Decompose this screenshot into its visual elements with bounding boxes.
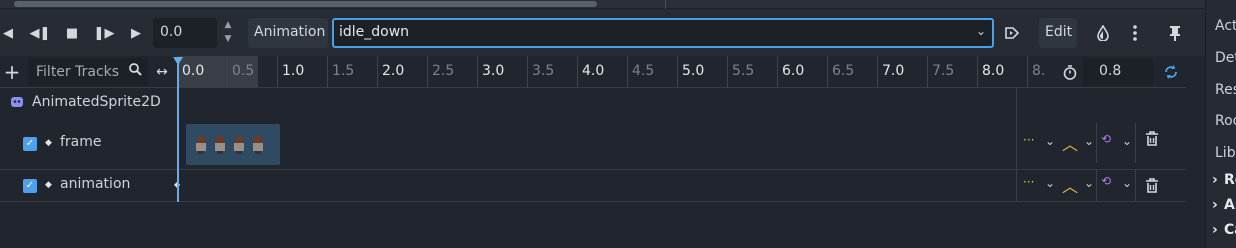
chevron-down-icon[interactable]: ⌄	[1045, 134, 1055, 148]
ruler-tick: 4.5	[627, 56, 654, 88]
ruler-tick: 1.5	[327, 56, 354, 88]
animation-label: Animation	[248, 18, 328, 48]
ruler-tick: 5.5	[727, 56, 754, 88]
ruler-tick: 7.5	[927, 56, 954, 88]
interpolation-icon[interactable]: ︿	[1062, 173, 1078, 197]
track-enabled-checkbox[interactable]: ✓	[23, 179, 37, 193]
chevron-down-icon: ⌄	[975, 24, 986, 38]
stop-icon[interactable]: ■	[60, 21, 84, 45]
ruler-tick: 4.0	[577, 56, 604, 88]
keyframe-block[interactable]	[186, 124, 280, 165]
divider	[1135, 170, 1136, 201]
fit-width-icon[interactable]: ↔	[150, 60, 174, 84]
ruler-tick: 1.0	[277, 56, 304, 88]
add-track-icon[interactable]: +	[0, 60, 24, 84]
animated-sprite-icon	[10, 95, 24, 113]
inspector-dock: Act Det Res Roo Libr ›Ro ›Au ›Ca	[1205, 0, 1236, 248]
step-back-icon[interactable]: ◀❚	[28, 21, 52, 45]
track-name: frame	[60, 134, 102, 150]
ruler-tick: 8.	[1027, 56, 1053, 88]
keyframe-thumbnail[interactable]	[251, 135, 265, 154]
playhead[interactable]	[177, 57, 179, 202]
divider	[1135, 123, 1136, 163]
chevron-down-icon[interactable]: ⌄	[1084, 134, 1094, 148]
trash-icon[interactable]	[1145, 131, 1159, 149]
update-mode-icon[interactable]: ···	[1023, 175, 1034, 189]
ruler-tick: 5.0	[677, 56, 704, 88]
track-name: animation	[60, 176, 131, 192]
pin-icon[interactable]	[1163, 21, 1187, 45]
keyframe-thumbnail[interactable]	[194, 135, 208, 154]
track-enabled-checkbox[interactable]: ✓	[23, 137, 37, 151]
time-spinner-icon[interactable]: ▲ ▼	[218, 18, 238, 48]
chevron-down-icon[interactable]: ⌄	[1084, 176, 1094, 190]
divider	[1096, 123, 1097, 163]
animation-select-value: idle_down	[339, 24, 410, 40]
ruler-tick: 7.0	[877, 56, 904, 88]
chevron-down-icon[interactable]: ⌄	[1122, 134, 1132, 148]
more-options-icon[interactable]	[1123, 21, 1147, 45]
loop-wrap-icon[interactable]: ⟲	[1101, 174, 1111, 188]
ruler-tick: 6.0	[777, 56, 804, 88]
filter-placeholder: Filter Tracks	[36, 64, 120, 80]
keyframe-thumbnail[interactable]	[213, 135, 227, 154]
trash-icon[interactable]	[1145, 178, 1159, 196]
animation-toolbar: ◀ ◀❚ ■ ❚▶ ▶ 0.0 ▲ ▼ Animation idle_down ⌄…	[0, 9, 1205, 56]
node-name: AnimatedSprite2D	[32, 94, 161, 110]
ruler-tick: 0.5	[227, 56, 254, 88]
ruler-tick: 3.0	[477, 56, 504, 88]
divider	[1096, 170, 1097, 201]
time-input[interactable]: 0.0	[153, 18, 217, 48]
top-scrollbar[interactable]	[0, 0, 1205, 9]
keyframe-thumbnail[interactable]	[232, 135, 246, 154]
interpolation-icon[interactable]: ︿	[1062, 131, 1078, 155]
onion-skin-icon[interactable]	[1091, 21, 1115, 45]
scrollbar-thumb[interactable]	[14, 1, 597, 7]
ruler-tick: 3.5	[527, 56, 554, 88]
playhead-handle[interactable]	[173, 57, 183, 65]
step-forward-icon[interactable]: ❚▶	[92, 21, 116, 45]
play-icon[interactable]: ▶	[124, 21, 148, 45]
edit-button[interactable]: Edit	[1039, 18, 1077, 48]
ruler-tick: 6.5	[827, 56, 854, 88]
timer-icon	[1058, 60, 1082, 84]
property-track-icon: ◆	[45, 138, 52, 148]
ruler-tick: 2.0	[377, 56, 404, 88]
filter-tracks-input[interactable]: Filter Tracks	[28, 58, 148, 86]
animation-select[interactable]: idle_down ⌄	[332, 18, 994, 48]
divider	[665, 0, 666, 9]
loop-toggle-icon[interactable]	[1159, 60, 1183, 84]
ruler-tick: 2.5	[427, 56, 454, 88]
search-icon	[129, 63, 142, 79]
ruler-tick: 8.0	[977, 56, 1004, 88]
update-mode-icon[interactable]: ···	[1023, 133, 1034, 147]
chevron-down-icon[interactable]: ⌄	[1045, 176, 1055, 190]
animation-length-input[interactable]: 0.8	[1083, 58, 1153, 86]
autoplay-icon[interactable]	[1000, 21, 1024, 45]
chevron-down-icon[interactable]: ⌄	[1122, 176, 1132, 190]
property-track-icon: ◆	[45, 180, 52, 190]
play-backwards-icon[interactable]: ◀	[0, 21, 20, 45]
loop-wrap-icon[interactable]: ⟲	[1101, 132, 1111, 146]
